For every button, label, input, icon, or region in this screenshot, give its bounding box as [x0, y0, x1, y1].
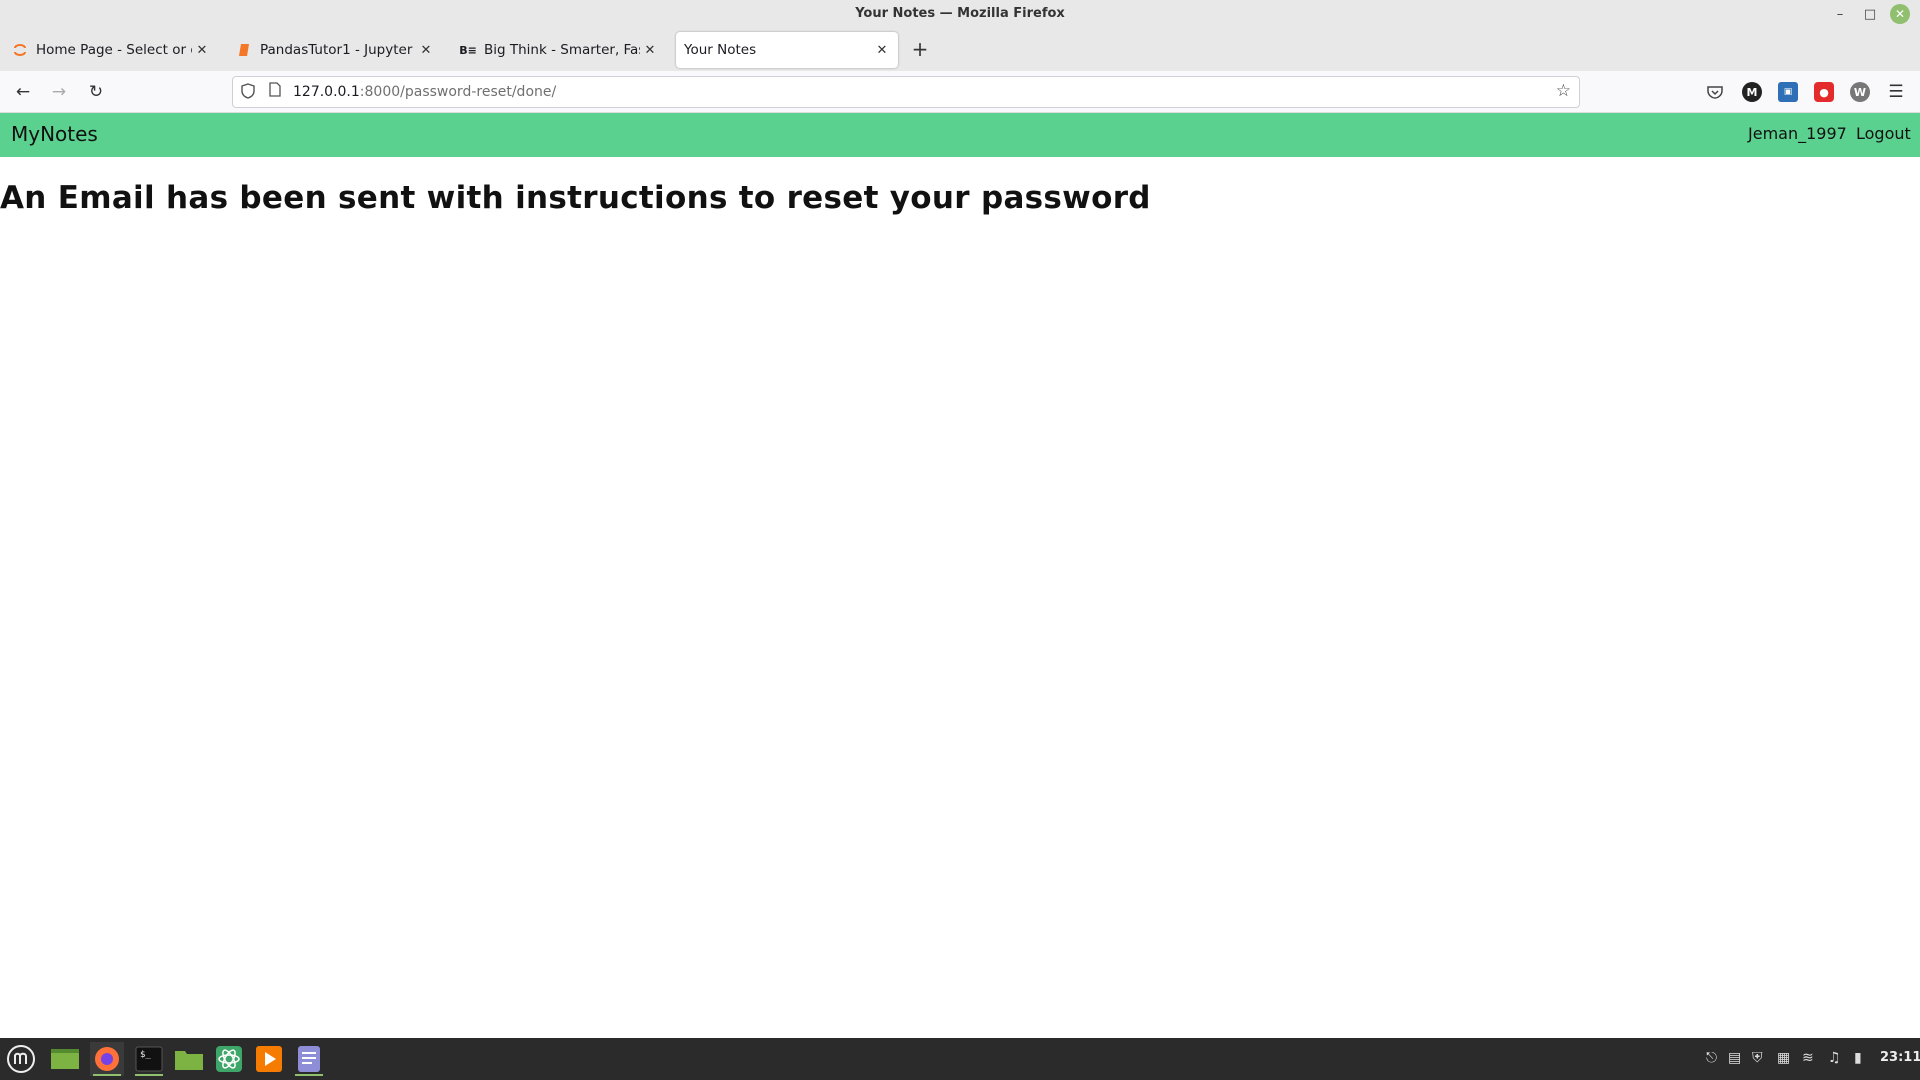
mint-menu-icon[interactable]: [4, 1042, 38, 1076]
user-link[interactable]: Jeman_1997: [1748, 124, 1847, 143]
files-icon[interactable]: [172, 1042, 206, 1076]
shield-icon[interactable]: [241, 83, 255, 103]
url-path: :8000/password-reset/done/: [359, 84, 557, 100]
tab-home-page[interactable]: Home Page - Select or creat ✕: [2, 32, 218, 68]
window-titlebar: Your Notes — Mozilla Firefox – □ ✕: [0, 0, 1920, 29]
tab-label: Big Think - Smarter, Faster: [484, 42, 640, 58]
close-window-icon[interactable]: ✕: [1890, 4, 1910, 24]
sound-tray-icon[interactable]: ♫: [1828, 1050, 1841, 1066]
translate-extension-icon[interactable]: ▣: [1778, 82, 1798, 102]
bookmark-star-icon[interactable]: ☆: [1556, 81, 1571, 101]
navigation-bar: ← → ↻ 127.0.0.1:8000/password-reset/done…: [0, 71, 1920, 113]
maximize-icon[interactable]: □: [1860, 4, 1880, 24]
menu-icon[interactable]: ☰: [1884, 80, 1908, 104]
clipboard-tray-icon[interactable]: ▤: [1728, 1050, 1741, 1066]
window-title: Your Notes — Mozilla Firefox: [855, 6, 1065, 21]
close-tab-icon[interactable]: ✕: [416, 43, 436, 58]
active-indicator: [93, 1074, 121, 1076]
site-navbar: MyNotes Jeman_1997 Logout: [0, 113, 1920, 157]
active-indicator: [295, 1074, 323, 1076]
terminal-icon[interactable]: $_: [132, 1042, 166, 1076]
reload-icon[interactable]: ↻: [84, 80, 108, 104]
taskbar: $_ ⎋ ▤ ⛨ ▦ ≋ ♫ ▮ 23:11: [0, 1038, 1920, 1080]
page-icon: [269, 82, 281, 101]
wifi-tray-icon[interactable]: ≋: [1802, 1050, 1814, 1066]
brand-logo[interactable]: MyNotes: [11, 122, 98, 146]
tab-label: Home Page - Select or creat: [36, 42, 192, 58]
tab-pandastutor[interactable]: PandasTutor1 - Jupyter Not ✕: [226, 32, 442, 68]
back-icon[interactable]: ←: [11, 80, 35, 104]
clock[interactable]: 23:11: [1880, 1050, 1920, 1065]
logout-link[interactable]: Logout: [1856, 124, 1911, 143]
media-player-icon[interactable]: [252, 1042, 286, 1076]
close-tab-icon[interactable]: ✕: [192, 43, 212, 58]
tab-big-think[interactable]: B≡ Big Think - Smarter, Faster ✕: [450, 32, 666, 68]
tab-label: Your Notes: [684, 42, 757, 58]
url-host: 127.0.0.1: [293, 84, 360, 100]
adblock-extension-icon[interactable]: ●: [1814, 82, 1834, 102]
active-indicator: [135, 1074, 163, 1076]
text-editor-icon[interactable]: [292, 1042, 326, 1076]
url-text[interactable]: 127.0.0.1:8000/password-reset/done/: [293, 84, 556, 100]
keyboard-tray-icon[interactable]: ▦: [1777, 1050, 1790, 1066]
page-heading: An Email has been sent with instructions…: [0, 180, 1151, 216]
w-extension-icon[interactable]: W: [1850, 82, 1870, 102]
pocket-icon[interactable]: [1705, 82, 1725, 102]
atom-editor-icon[interactable]: [212, 1042, 246, 1076]
close-tab-icon[interactable]: ✕: [872, 43, 892, 58]
medium-extension-icon[interactable]: M: [1742, 82, 1762, 102]
forward-icon[interactable]: →: [47, 80, 71, 104]
shield-tray-icon[interactable]: ⛨: [1752, 1050, 1763, 1066]
url-bar[interactable]: 127.0.0.1:8000/password-reset/done/ ☆: [232, 76, 1580, 108]
tab-your-notes[interactable]: Your Notes ✕: [676, 32, 898, 68]
new-tab-button[interactable]: +: [908, 37, 932, 61]
close-tab-icon[interactable]: ✕: [640, 43, 660, 58]
tab-label: PandasTutor1 - Jupyter Not: [260, 42, 416, 58]
battery-tray-icon[interactable]: ▮: [1854, 1050, 1862, 1066]
jupyter-icon: [12, 42, 28, 58]
tab-bar: Home Page - Select or creat ✕ PandasTuto…: [0, 29, 1920, 71]
svg-text:$_: $_: [140, 1050, 151, 1060]
show-desktop-icon[interactable]: [48, 1042, 82, 1076]
minimize-icon[interactable]: –: [1830, 4, 1850, 24]
notebook-icon: [236, 42, 252, 58]
bigthink-icon: B≡: [459, 43, 477, 57]
bluetooth-tray-icon[interactable]: ⎋: [1706, 1050, 1717, 1066]
firefox-taskbar-icon[interactable]: [90, 1042, 124, 1076]
